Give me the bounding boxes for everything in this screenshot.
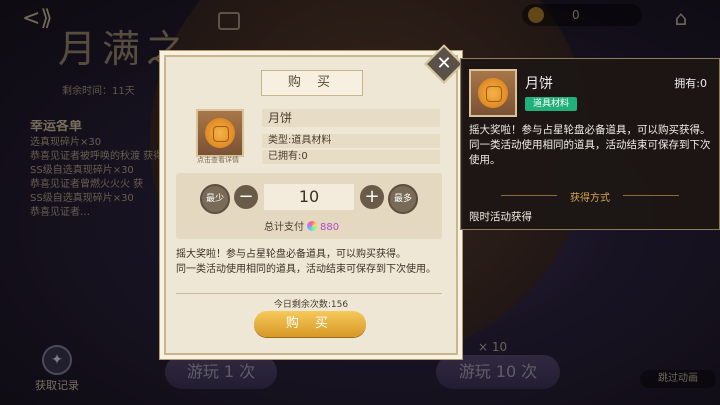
item-thumbnail[interactable] [196, 109, 244, 157]
minus-button[interactable]: − [234, 185, 258, 209]
purchase-dialog: 购 买 ✕ 点击查看详情 月饼 类型:道具材料 已拥有:0 最少 − 10 + … [164, 44, 464, 355]
gem-icon [307, 221, 317, 231]
plus-button[interactable]: + [360, 185, 384, 209]
close-icon: ✕ [436, 53, 452, 74]
mooncake-icon [478, 78, 508, 108]
how-to-get-label: 获得方式 [570, 193, 610, 204]
min-button[interactable]: 最少 [200, 184, 230, 214]
divider [176, 293, 442, 294]
item-tooltip: 月饼 拥有:0 道具材料 摇大奖啦！参与占星轮盘必备道具，可以购买获得。同一类活… [460, 58, 720, 230]
total-payment: 总计支付 880 [264, 218, 404, 233]
quantity-value[interactable]: 10 [264, 184, 354, 210]
divider [623, 195, 679, 196]
description-line: 摇大奖啦！参与占星轮盘必备道具，可以购买获得。 [176, 249, 406, 260]
tooltip-item-name: 月饼 [525, 76, 553, 92]
item-owned: 已拥有:0 [262, 150, 440, 164]
dialog-title: 购 买 [261, 70, 363, 96]
today-remaining: 今日剩余次数:156 [273, 300, 349, 310]
item-description: 摇大奖啦！参与占星轮盘必备道具，可以购买获得。 同一类活动使用相同的道具，活动结… [176, 247, 442, 277]
item-name: 月饼 [262, 109, 440, 127]
quantity-panel: 最少 − 10 + 最多 总计支付 880 [176, 173, 442, 239]
tooltip-thumbnail [469, 69, 517, 117]
tooltip-description: 摇大奖啦！参与占星轮盘必备道具，可以购买获得。同一类活动使用相同的道具，活动结束… [469, 124, 711, 166]
tooltip-owned: 拥有:0 [674, 77, 707, 90]
item-detail-hint: 点击查看详情 [197, 156, 239, 164]
buy-button[interactable]: 购 买 [254, 311, 366, 337]
total-value: 880 [320, 222, 340, 233]
tooltip-tag: 道具材料 [525, 97, 577, 111]
description-line: 同一类活动使用相同的道具，活动结束可保存到下次使用。 [176, 264, 436, 275]
max-button[interactable]: 最多 [388, 184, 418, 214]
mooncake-icon [205, 118, 235, 148]
total-label: 总计支付 [264, 222, 304, 233]
tooltip-source: 限时活动获得 [469, 211, 532, 223]
item-type: 类型:道具材料 [262, 134, 440, 148]
